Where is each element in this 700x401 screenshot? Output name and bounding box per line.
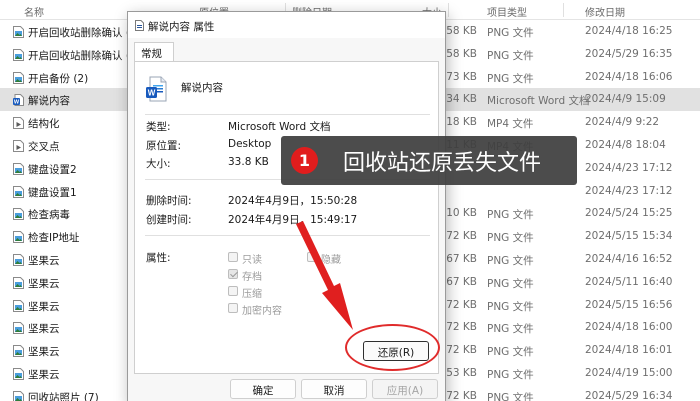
file-type: PNG 文件 <box>487 346 534 359</box>
readonly-label: 只读 <box>242 255 262 266</box>
file-name: 结构化 <box>28 118 60 131</box>
file-date: 2024/4/23 17:12 <box>585 184 673 197</box>
step-number-badge: 1 <box>291 147 318 174</box>
file-name: 检查病毒 <box>28 209 70 222</box>
type-value: Microsoft Word 文档 <box>228 121 331 133</box>
file-name: 解说内容 <box>28 95 70 108</box>
file-date: 2024/4/16 16:52 <box>585 253 673 265</box>
file-name: 坚果云 <box>28 346 60 359</box>
file-name: 开启回收站删除确认 (3) <box>28 27 141 39</box>
deleted-time-label: 删除时间: <box>146 195 192 207</box>
file-type: PNG 文件 <box>487 323 534 336</box>
column-divider[interactable] <box>448 3 449 17</box>
file-date: 2024/4/23 17:12 <box>585 161 673 174</box>
file-type: PNG 文件 <box>487 232 534 245</box>
archive-label: 存档 <box>242 272 262 283</box>
file-date: 2024/4/19 15:00 <box>585 367 673 379</box>
column-name[interactable]: 名称 <box>24 4 44 19</box>
file-name: 坚果云 <box>28 255 60 267</box>
file-name: 键盘设置1 <box>28 186 77 199</box>
file-date: 2024/5/29 16:34 <box>585 389 673 401</box>
file-date: 2024/4/9 15:09 <box>585 93 666 106</box>
word-document-icon: W <box>146 76 167 102</box>
separator <box>145 114 430 115</box>
file-date: 2024/5/15 16:56 <box>585 298 673 311</box>
document-icon <box>135 20 144 31</box>
file-type: PNG 文件 <box>487 209 534 222</box>
file-date: 2024/5/15 15:34 <box>585 230 673 243</box>
file-name: 检查IP地址 <box>28 232 80 245</box>
file-name: 坚果云 <box>28 369 60 381</box>
ok-button[interactable]: 确定 <box>230 379 296 399</box>
deleted-time-value: 2024年4月9日，15:50:28 <box>228 195 358 207</box>
column-modified[interactable]: 修改日期 <box>585 4 625 19</box>
file-type: PNG 文件 <box>487 72 534 85</box>
column-type[interactable]: 项目类型 <box>487 4 527 19</box>
original-location-value: Desktop <box>228 138 272 150</box>
file-name: 开启回收站删除确认 (3) <box>28 49 141 62</box>
file-type: PNG 文件 <box>487 27 534 39</box>
file-date: 2024/4/18 16:00 <box>585 321 673 334</box>
file-type: MP4 文件 <box>487 118 534 131</box>
attributes-label: 属性: <box>146 252 171 264</box>
hidden-label: 隐藏 <box>321 255 341 266</box>
checkbox-box <box>228 286 238 296</box>
file-type: PNG 文件 <box>487 369 534 381</box>
file-date: 2024/4/9 9:22 <box>585 116 660 129</box>
original-location-label: 原位置: <box>146 140 182 152</box>
dialog-titlebar[interactable]: 解说内容 属性 <box>128 12 445 38</box>
file-type: Microsoft Word 文档 <box>487 95 590 108</box>
file-type: PNG 文件 <box>487 49 534 62</box>
file-name: 坚果云 <box>28 277 60 290</box>
cancel-button[interactable]: 取消 <box>301 379 367 399</box>
file-date: 2024/4/18 16:01 <box>585 344 673 357</box>
file-type: PNG 文件 <box>487 277 534 290</box>
type-label: 类型: <box>146 121 171 133</box>
checkbox-box <box>228 252 238 262</box>
compress-label: 压缩 <box>242 289 262 300</box>
checkbox-box <box>228 303 238 313</box>
file-name: 键盘设置2 <box>28 163 77 176</box>
callout-text: 回收站还原丢失文件 <box>343 151 542 176</box>
dialog-title: 解说内容 属性 <box>148 21 215 33</box>
apply-button[interactable]: 应用(A) <box>372 379 438 399</box>
svg-text:W: W <box>148 89 156 98</box>
file-type: PNG 文件 <box>487 300 534 313</box>
file-name: 坚果云 <box>28 300 60 313</box>
tutorial-callout: 1 回收站还原丢失文件 <box>281 136 577 185</box>
file-date: 2024/5/29 16:35 <box>585 47 673 60</box>
tab-general[interactable]: 常规 <box>134 42 174 62</box>
separator <box>145 235 430 236</box>
file-type: PNG 文件 <box>487 255 534 267</box>
file-type: PNG 文件 <box>487 391 534 401</box>
file-date: 2024/4/8 18:04 <box>585 139 666 151</box>
created-time-label: 创建时间: <box>146 214 192 226</box>
file-date: 2024/4/18 16:25 <box>585 25 673 37</box>
file-date: 2024/5/24 15:25 <box>585 207 673 220</box>
file-name: 交叉点 <box>28 141 60 153</box>
checkbox-checked <box>228 269 238 279</box>
file-name: 回收站照片 (7) <box>28 391 99 401</box>
file-name-value: 解说内容 <box>181 82 223 94</box>
file-name: 坚果云 <box>28 323 60 336</box>
column-divider[interactable] <box>563 3 564 17</box>
encrypt-label: 加密内容 <box>242 306 282 317</box>
svg-text:W: W <box>14 100 20 106</box>
file-name: 开启备份 (2) <box>28 72 89 85</box>
size-label: 大小: <box>146 158 171 170</box>
file-date: 2024/5/11 16:40 <box>585 275 673 288</box>
size-value: 33.8 KB <box>228 156 269 168</box>
created-time-value: 2024年4月9日，15:49:17 <box>228 214 358 226</box>
file-date: 2024/4/18 16:06 <box>585 70 673 83</box>
checkbox-box <box>307 252 317 262</box>
restore-highlight-ring <box>345 324 440 371</box>
